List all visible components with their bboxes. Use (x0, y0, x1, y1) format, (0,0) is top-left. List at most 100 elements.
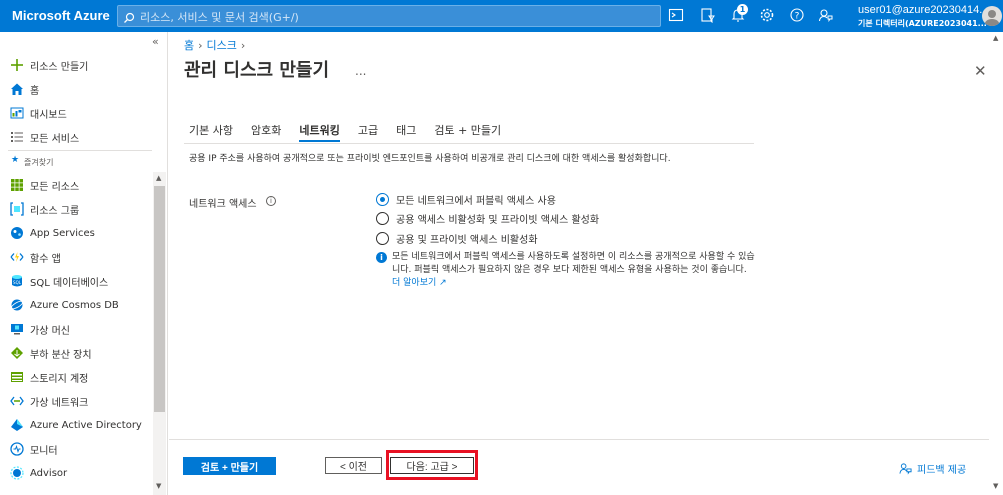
tab-encryption[interactable]: 암호화 (251, 122, 281, 142)
top-bar: Microsoft Azure 리소스, 서비스 및 문서 검색(G+/) 1 … (0, 0, 1003, 32)
sidebar-item-sql-database[interactable]: SQL SQL 데이터베이스 (10, 272, 108, 290)
avatar[interactable] (982, 6, 1002, 26)
sidebar-item-create-resource[interactable]: 리소스 만들기 (10, 56, 88, 74)
tab-advanced[interactable]: 고급 (358, 122, 378, 142)
radio-button[interactable] (376, 231, 389, 245)
radio-disable-all[interactable]: 공용 및 프라이빗 액세스 비활성화 (376, 230, 538, 246)
breadcrumb: 홈 › 디스크 › (184, 37, 249, 53)
help-icon[interactable]: ? (789, 7, 807, 25)
next-advanced-button[interactable]: 다음: 고급 > (390, 457, 474, 474)
sidebar-item-label: 모든 서비스 (30, 133, 80, 145)
tab-networking[interactable]: 네트워킹 (299, 122, 341, 142)
sidebar-item-label: Advisor (30, 467, 68, 479)
radio-button[interactable] (376, 211, 389, 225)
review-create-button[interactable]: 검토 + 만들기 (183, 457, 276, 475)
load-balancer-icon (10, 346, 24, 360)
main-panel: 홈 › 디스크 › 관리 디스크 만들기 ... ✕ 기본 사항 암호화 네트워킹 고… (169, 32, 1003, 495)
sidebar-item-resource-groups[interactable]: 리소스 그룹 (10, 200, 79, 218)
sidebar-item-advisor[interactable]: Advisor (10, 464, 67, 482)
sidebar-item-home[interactable]: 홈 (10, 80, 39, 98)
previous-button[interactable]: < 이전 (325, 457, 382, 474)
breadcrumb-home[interactable]: 홈 (184, 39, 194, 52)
page-title: 관리 디스크 만들기 (184, 60, 330, 81)
tab-divider (184, 143, 754, 144)
sidebar-item-virtual-machines[interactable]: 가상 머신 (10, 320, 70, 338)
home-icon (10, 82, 24, 96)
radio-label: 공용 액세스 비활성화 및 프라이빗 액세스 활성화 (396, 214, 600, 226)
tab-review-create[interactable]: 검토 + 만들기 (434, 122, 501, 142)
scroll-down-icon[interactable]: ▼ (993, 482, 998, 490)
intro-text: 공용 IP 주소를 사용하여 공개적으로 또는 프라이빗 엔드포인트를 사용하여… (189, 154, 671, 164)
close-icon[interactable]: ✕ (974, 62, 987, 80)
scroll-up-icon[interactable]: ▲ (156, 174, 161, 182)
resource-group-icon (10, 202, 24, 216)
more-options-icon[interactable]: ... (355, 64, 366, 78)
sidebar-item-all-services[interactable]: 모든 서비스 (10, 128, 79, 146)
app-services-icon (10, 226, 24, 240)
info-circle-icon: i (376, 252, 387, 263)
sidebar-item-active-directory[interactable]: Azure Active Directory (10, 416, 142, 434)
radio-button[interactable] (376, 192, 389, 206)
search-box[interactable]: 리소스, 서비스 및 문서 검색(G+/) (117, 5, 661, 27)
footer-divider (169, 439, 1003, 440)
radio-label: 모든 네트워크에서 퍼블릭 액세스 사용 (396, 195, 556, 207)
cosmos-db-icon (10, 298, 24, 312)
monitor-icon (10, 442, 24, 456)
sidebar-item-dashboard[interactable]: 대시보드 (10, 104, 67, 122)
favorites-label: 즐겨찾기 (24, 158, 54, 167)
sidebar-item-monitor[interactable]: 모니터 (10, 440, 58, 458)
learn-more-label: 더 알아보기 (392, 278, 437, 288)
sidebar-item-all-resources[interactable]: 모든 리소스 (10, 176, 79, 194)
scroll-down-icon[interactable]: ▼ (156, 482, 161, 490)
info-icon[interactable]: i (266, 196, 276, 206)
sidebar-item-function-app[interactable]: 함수 앱 (10, 248, 61, 266)
info-message-text: 모든 네트워크에서 퍼블릭 액세스를 사용하도록 설정하면 이 리소스를 공개적… (392, 251, 757, 290)
sidebar-item-storage-accounts[interactable]: 스토리지 계정 (10, 368, 88, 386)
sidebar-item-label: Azure Active Directory (30, 419, 142, 431)
network-access-label: 네트워크 액세스 (189, 199, 257, 210)
sidebar-item-load-balancer[interactable]: 부하 분산 장치 (10, 344, 92, 362)
settings-gear-icon[interactable] (759, 7, 777, 25)
search-icon (123, 9, 135, 28)
chevron-right-icon: › (240, 39, 246, 52)
user-tenant[interactable]: 기본 디렉터리(AZURE2023041... (858, 18, 987, 29)
tab-basics[interactable]: 기본 사항 (189, 122, 233, 142)
scroll-up-icon[interactable]: ▲ (993, 34, 998, 42)
sidebar-item-label: 리소스 만들기 (30, 61, 89, 73)
sidebar-item-label: 스토리지 계정 (30, 373, 89, 385)
advisor-icon (10, 466, 24, 480)
sidebar-item-label: 부하 분산 장치 (30, 349, 92, 361)
radio-label: 공용 및 프라이빗 액세스 비활성화 (396, 234, 538, 246)
cloud-shell-icon[interactable] (668, 7, 686, 25)
breadcrumb-disks[interactable]: 디스크 (207, 39, 237, 52)
give-feedback-link[interactable]: 피드백 제공 (899, 461, 966, 476)
directory-filter-icon[interactable] (700, 7, 718, 25)
feedback-icon[interactable] (818, 7, 836, 25)
radio-public-all-networks[interactable]: 모든 네트워크에서 퍼블릭 액세스 사용 (376, 191, 556, 207)
collapse-sidebar-icon[interactable]: « (152, 35, 159, 48)
sidebar-item-label: 함수 앱 (30, 253, 61, 265)
sidebar-item-label: App Services (30, 227, 95, 239)
radio-private-access[interactable]: 공용 액세스 비활성화 및 프라이빗 액세스 활성화 (376, 210, 599, 226)
grid-icon (10, 178, 24, 192)
virtual-machine-icon (10, 322, 24, 336)
sidebar-scroll-thumb[interactable] (154, 186, 165, 412)
main-scrollbar[interactable]: ▲ ▼ (989, 32, 1003, 495)
sidebar-scrollbar[interactable]: ▲ ▼ (153, 172, 166, 495)
sidebar-item-app-services[interactable]: App Services (10, 224, 95, 242)
function-app-icon (10, 250, 24, 264)
learn-more-link[interactable]: 더 알아보기 ↗ (392, 278, 447, 288)
info-body: 모든 네트워크에서 퍼블릭 액세스를 사용하도록 설정하면 이 리소스를 공개적… (392, 252, 755, 275)
sidebar-item-label: 대시보드 (30, 109, 67, 121)
notification-badge: 1 (737, 4, 748, 15)
plus-icon (10, 58, 24, 72)
tab-tags[interactable]: 태그 (396, 122, 416, 142)
sidebar-item-cosmos-db[interactable]: Azure Cosmos DB (10, 296, 119, 314)
storage-account-icon (10, 370, 24, 384)
list-icon (10, 130, 24, 144)
user-email[interactable]: user01@azure20230414... (858, 4, 988, 16)
sidebar-item-label: SQL 데이터베이스 (30, 277, 109, 289)
brand-logo[interactable]: Microsoft Azure (12, 8, 110, 23)
svg-text:SQL: SQL (13, 280, 22, 285)
sidebar-item-virtual-networks[interactable]: 가상 네트워크 (10, 392, 88, 410)
